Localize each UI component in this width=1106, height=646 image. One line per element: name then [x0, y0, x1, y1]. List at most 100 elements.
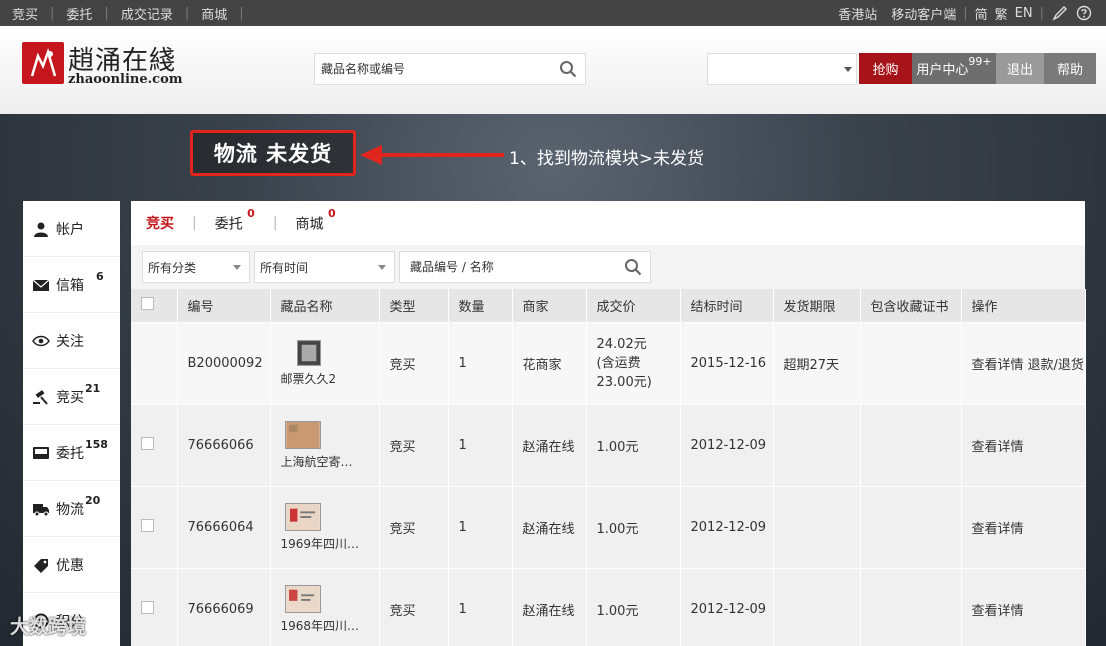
top-nav-mall[interactable]: 商城 [189, 4, 239, 23]
item-thumbnail-icon[interactable] [284, 584, 321, 613]
tab-label: 商城 [295, 216, 324, 233]
row-checkbox[interactable] [141, 518, 154, 532]
lang-simplified[interactable]: 简 [968, 4, 995, 23]
table-row: 76666069 1968年四川… 竞买 1 赵涌在线 1.00元 2012-1… [131, 567, 1086, 646]
table-row: B20000092 邮票久久2 竞买 1 花商家 24.02元 (含运费 23.… [131, 321, 1086, 404]
tab-badge: 0 [247, 206, 255, 220]
column-header: 发货期限 [773, 289, 861, 322]
sidebar-item-badge: 158 [85, 438, 108, 451]
view-details-link[interactable]: 查看详情 [972, 604, 1024, 619]
search-icon[interactable] [559, 60, 577, 78]
item-thumbnail-icon[interactable] [284, 420, 321, 449]
table-row: 76666064 1969年四川… 竞买 1 赵涌在线 1.00元 2012-1… [131, 485, 1086, 568]
cell-actions: 查看详情 [961, 403, 1086, 486]
lang-english[interactable]: EN [1015, 6, 1040, 21]
sidebar-item-label: 优惠 [56, 557, 84, 574]
item-name-link[interactable]: 1968年四川… [281, 617, 379, 634]
cell-id: 76666064 [177, 485, 271, 568]
price-line: (含运费 [596, 355, 641, 371]
user-center-label: 用户中心 [916, 63, 969, 78]
top-nav-left: 竞买 | 委托 | 成交记录 | 商城 | [0, 0, 244, 26]
view-details-link[interactable]: 查看详情 [972, 440, 1024, 455]
cell-seller: 赵涌在线 [512, 485, 587, 568]
cell-id: B20000092 [177, 321, 271, 404]
select-all-checkbox[interactable] [141, 296, 154, 310]
cell-end-time: 2012-12-09 [680, 485, 774, 568]
sidebar-item-badge: 6 [96, 270, 104, 283]
user-center-button[interactable]: 用户中心 99+ [912, 53, 996, 84]
cell-price: 24.02元 (含运费 23.00元) [586, 321, 681, 404]
refund-return-link[interactable]: 退款/退货 [1028, 358, 1084, 373]
top-nav-hk[interactable]: 香港站 [831, 4, 884, 23]
row-select-cell [131, 485, 178, 568]
filter-bar: 所有分类 所有时间 [131, 245, 1085, 289]
sidebar-item-mailbox[interactable]: 信箱 6 [23, 257, 120, 313]
tab-mall[interactable]: 商城 0 [292, 207, 340, 234]
logo[interactable]: 趙涌在綫 zhaoonline.com [22, 42, 192, 92]
sidebar-item-watch[interactable]: 关注 [23, 313, 120, 369]
cell-certificate [860, 485, 962, 568]
tray-icon [33, 446, 49, 459]
flash-buy-button[interactable]: 抢购 [859, 53, 912, 84]
row-checkbox[interactable] [141, 600, 154, 614]
top-nav-bar: 竞买 | 委托 | 成交记录 | 商城 | 香港站 移动客户端 | 简 繁 EN | [0, 0, 1106, 26]
cell-end-time: 2015-12-16 [680, 321, 774, 404]
sidebar-item-label: 信箱 [56, 277, 84, 294]
annotation-arrow-icon [360, 145, 504, 165]
tab-bid[interactable]: 竞买 [142, 213, 178, 233]
item-thumbnail-icon[interactable] [284, 502, 321, 531]
price-line: 23.00元) [596, 374, 652, 390]
column-header: 包含收藏证书 [860, 289, 962, 322]
global-search-input[interactable] [315, 54, 545, 84]
help-icon[interactable] [1076, 5, 1092, 21]
help-label: 帮助 [1056, 63, 1083, 78]
item-name-link[interactable]: 邮票久久2 [281, 370, 379, 387]
lang-traditional[interactable]: 繁 [995, 4, 1015, 23]
sidebar-item-account[interactable]: 帐户 [23, 201, 120, 257]
cell-actions: 查看详情 退款/退货 [961, 321, 1086, 404]
sidebar-item-coupons[interactable]: 优惠 [23, 537, 120, 593]
time-select[interactable]: 所有时间 [254, 251, 395, 283]
cell-deadline: 超期27天 [773, 321, 861, 404]
cell-name: 邮票久久2 [270, 321, 380, 404]
cell-price: 1.00元 [586, 567, 681, 646]
item-thumbnail-icon[interactable] [296, 339, 321, 366]
help-button[interactable]: 帮助 [1044, 53, 1096, 84]
logout-button[interactable]: 退出 [996, 53, 1044, 84]
column-header: 成交价 [586, 289, 681, 322]
top-nav-bid[interactable]: 竞买 [0, 4, 50, 23]
divider: | [192, 215, 197, 231]
view-details-link[interactable]: 查看详情 [972, 358, 1024, 373]
tab-consign[interactable]: 委托 0 [211, 207, 259, 234]
view-details-link[interactable]: 查看详情 [972, 522, 1024, 537]
cell-id: 76666066 [177, 403, 271, 486]
flash-buy-label: 抢购 [872, 63, 899, 78]
item-name-link[interactable]: 上海航空寄… [281, 453, 379, 470]
order-tabs: 竞买 | 委托 0 | 商城 0 [131, 201, 1085, 245]
price-line: 24.02元 [596, 336, 647, 352]
row-checkbox[interactable] [141, 436, 154, 450]
column-header: 藏品名称 [270, 289, 380, 322]
cell-price: 1.00元 [586, 403, 681, 486]
annotation-box: 物流 未发货 [190, 130, 356, 176]
sidebar-item-label: 委托 [56, 445, 84, 462]
cell-deadline [773, 485, 861, 568]
global-search [314, 53, 586, 85]
row-select-cell [131, 321, 178, 404]
top-nav-consign[interactable]: 委托 [54, 4, 104, 23]
column-header: 类型 [379, 289, 449, 322]
item-name-link[interactable]: 1969年四川… [281, 535, 379, 552]
top-nav-mobile[interactable]: 移动客户端 [884, 4, 963, 23]
cell-type: 竞买 [379, 567, 449, 646]
orders-table: 编号 藏品名称 类型 数量 商家 成交价 结标时间 发货期限 包含收藏证书 操作… [131, 289, 1086, 646]
category-select[interactable]: 所有分类 [142, 251, 250, 283]
sidebar-item-bid[interactable]: 竞买 21 [23, 369, 120, 425]
account-sidebar: 帐户 信箱 6 关注 竞买 21 委托 158 物流 20 优惠 积分 [23, 201, 120, 646]
item-search-input[interactable] [400, 252, 610, 282]
pencil-icon[interactable] [1052, 5, 1068, 21]
search-icon[interactable] [624, 258, 642, 276]
top-nav-records[interactable]: 成交记录 [109, 4, 185, 23]
sidebar-item-logistics[interactable]: 物流 20 [23, 481, 120, 537]
sidebar-item-consign[interactable]: 委托 158 [23, 425, 120, 481]
header-dropdown[interactable] [707, 53, 857, 85]
